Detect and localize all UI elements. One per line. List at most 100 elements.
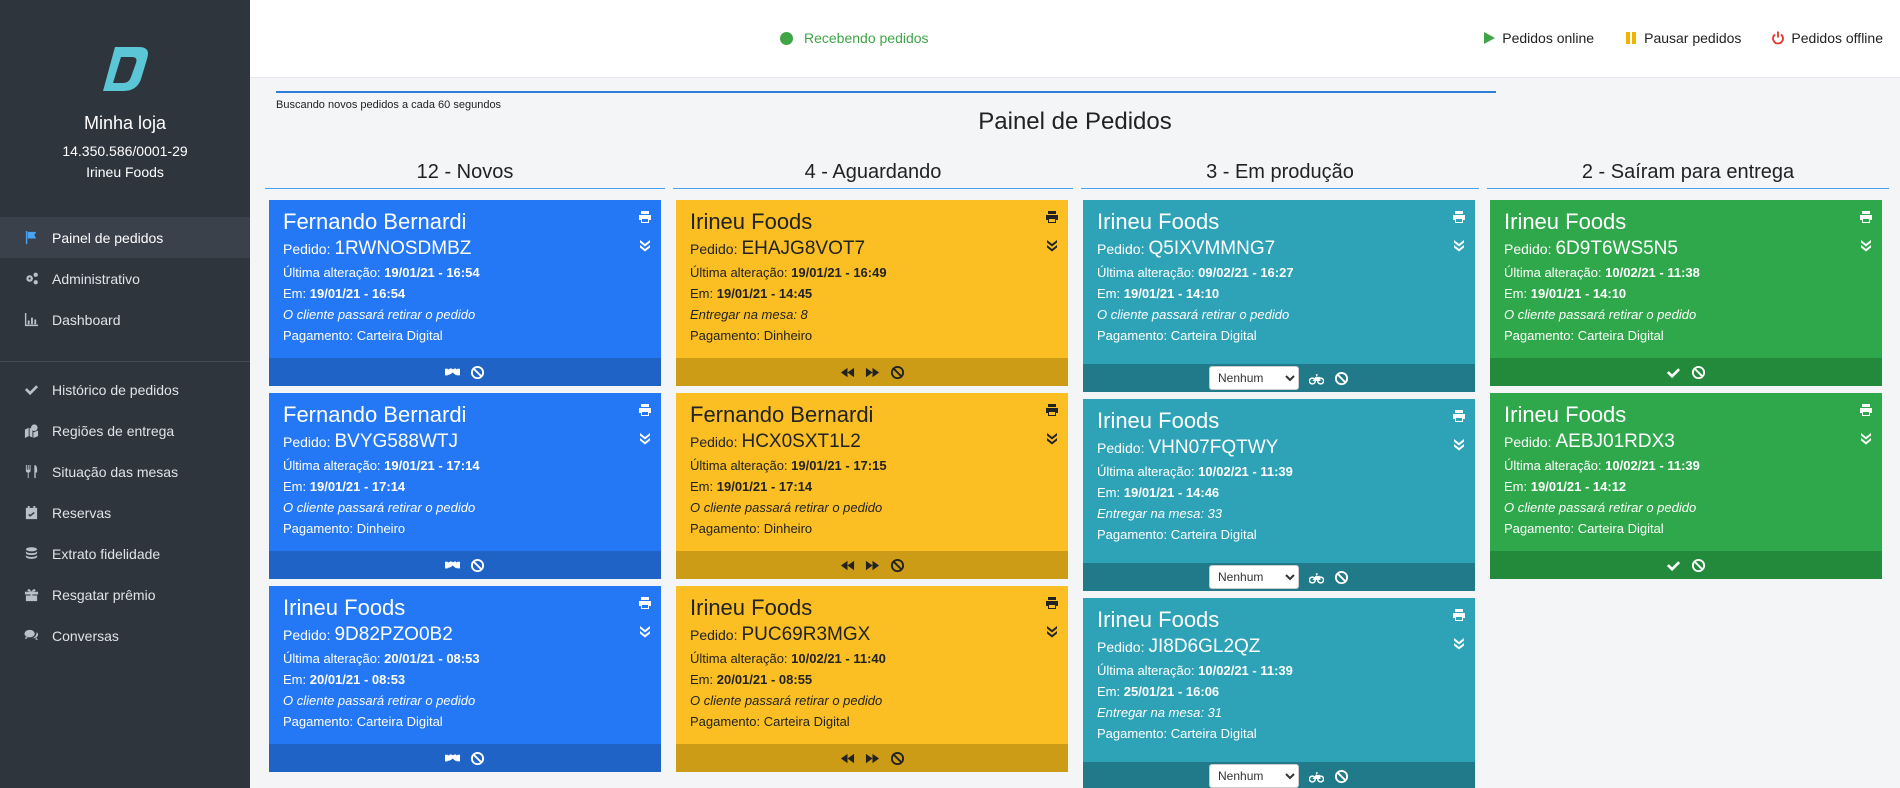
pause-icon <box>1626 32 1637 44</box>
orders-offline-button[interactable]: Pedidos offline <box>1771 30 1883 46</box>
order-card[interactable]: Irineu Foods Pedido: 6D9T6WS5N5 Última al… <box>1490 200 1882 386</box>
order-card[interactable]: Irineu Foods Pedido: EHAJG8VOT7 Última al… <box>676 200 1068 386</box>
sidebar-item-dashboard[interactable]: Dashboard <box>0 299 250 340</box>
cancel-icon[interactable] <box>470 558 485 573</box>
order-card[interactable]: Irineu Foods Pedido: AEBJ01RDX3 Última al… <box>1490 393 1882 579</box>
chevron-double-down-icon[interactable] <box>1046 431 1058 445</box>
handshake-icon[interactable] <box>445 365 460 380</box>
order-status-actions: Pedidos online Pausar pedidos Pedidos of… <box>1482 30 1883 46</box>
order-card-actions <box>676 744 1068 772</box>
created-at: Em: 19/01/21 - 14:10 <box>1097 286 1220 301</box>
cancel-icon[interactable] <box>1334 769 1349 784</box>
forward-icon[interactable] <box>865 558 880 573</box>
order-card-actions <box>676 358 1068 386</box>
sidebar-item-extrato-fidelidade[interactable]: Extrato fidelidade <box>0 533 250 574</box>
print-icon[interactable] <box>1045 596 1059 610</box>
print-icon[interactable] <box>1452 608 1466 622</box>
sidebar-item-situacao-das-mesas[interactable]: Situação das mesas <box>0 451 250 492</box>
backward-icon[interactable] <box>840 365 855 380</box>
check-icon[interactable] <box>1666 558 1681 573</box>
created-at-value: 19/01/21 - 14:10 <box>1123 286 1220 301</box>
sidebar-item-historico-de-pedidos[interactable]: Histórico de pedidos <box>0 369 250 410</box>
motorcycle-icon[interactable] <box>1309 570 1324 585</box>
order-card-body: Irineu Foods Pedido: JI8D6GL2QZ Última al… <box>1083 598 1475 742</box>
chevron-double-down-icon[interactable] <box>639 238 651 252</box>
customer-name: Irineu Foods <box>1097 209 1220 234</box>
order-card[interactable]: Irineu Foods Pedido: JI8D6GL2QZ Última al… <box>1083 598 1475 788</box>
order-card[interactable]: Irineu Foods Pedido: 9D82PZO0B2 Última al… <box>269 586 661 772</box>
sidebar-item-painel-de-pedidos[interactable]: Painel de pedidos <box>0 217 250 258</box>
handshake-icon[interactable] <box>445 558 460 573</box>
store-name: Minha loja <box>83 113 167 133</box>
order-card-body: Irineu Foods Pedido: VHN07FQTWY Última al… <box>1083 399 1475 543</box>
chevron-double-down-icon[interactable] <box>1453 636 1465 650</box>
print-icon[interactable] <box>1452 409 1466 423</box>
order-number: Pedido: 1RWNOSDMBZ <box>283 238 472 259</box>
sidebar-item-administrativo[interactable]: Administrativo <box>0 258 250 299</box>
cancel-icon[interactable] <box>1334 371 1349 386</box>
deliverer-select[interactable]: Nenhum <box>1209 366 1299 390</box>
cancel-icon[interactable] <box>470 365 485 380</box>
print-icon[interactable] <box>1452 210 1466 224</box>
cancel-icon[interactable] <box>1691 558 1706 573</box>
order-card[interactable]: Fernando Bernardi Pedido: BVYG588WTJ Últi… <box>269 393 661 579</box>
orders-online-button[interactable]: Pedidos online <box>1482 30 1594 46</box>
chevron-double-down-icon[interactable] <box>639 431 651 445</box>
chevron-double-down-icon[interactable] <box>1453 238 1465 252</box>
order-card[interactable]: Fernando Bernardi Pedido: 1RWNOSDMBZ Últi… <box>269 200 661 386</box>
forward-icon[interactable] <box>865 365 880 380</box>
deliverer-select[interactable]: Nenhum <box>1209 565 1299 589</box>
pause-orders-button[interactable]: Pausar pedidos <box>1624 30 1741 46</box>
cancel-icon[interactable] <box>470 751 485 766</box>
forward-icon[interactable] <box>865 751 880 766</box>
chevron-double-down-icon[interactable] <box>1453 437 1465 451</box>
top-bar: Recebendo pedidos Pedidos online Pausar … <box>250 0 1900 78</box>
cancel-icon[interactable] <box>1691 365 1706 380</box>
order-note: O cliente passará retirar o pedido <box>1504 307 1697 322</box>
print-icon[interactable] <box>1859 403 1873 417</box>
sidebar-item-resgatar-premio[interactable]: Resgatar prêmio <box>0 574 250 615</box>
order-code: VHN07FQTWY <box>1148 437 1279 458</box>
sidebar-item-reservas[interactable]: Reservas <box>0 492 250 533</box>
check-icon[interactable] <box>1666 365 1681 380</box>
backward-icon[interactable] <box>840 558 855 573</box>
order-card[interactable]: Irineu Foods Pedido: VHN07FQTWY Última al… <box>1083 399 1475 591</box>
order-number: Pedido: Q5IXVMMNG7 <box>1097 238 1276 259</box>
motorcycle-icon[interactable] <box>1309 371 1324 386</box>
coins-icon <box>22 546 40 562</box>
chevron-double-down-icon[interactable] <box>1046 624 1058 638</box>
cancel-icon[interactable] <box>890 365 905 380</box>
check-icon <box>22 382 40 398</box>
cancel-icon[interactable] <box>1334 570 1349 585</box>
print-icon[interactable] <box>1045 403 1059 417</box>
cancel-icon[interactable] <box>890 751 905 766</box>
print-icon[interactable] <box>1859 210 1873 224</box>
order-card[interactable]: Irineu Foods Pedido: Q5IXVMMNG7 Última al… <box>1083 200 1475 392</box>
order-number: Pedido: 9D82PZO0B2 <box>283 624 453 645</box>
order-card-body: Fernando Bernardi Pedido: HCX0SXT1L2 Últi… <box>676 393 1068 537</box>
payment-method: Pagamento: Carteira Digital <box>1097 726 1257 741</box>
order-card[interactable]: Irineu Foods Pedido: PUC69R3MGX Última al… <box>676 586 1068 772</box>
handshake-icon[interactable] <box>445 751 460 766</box>
chevron-double-down-icon[interactable] <box>1860 431 1872 445</box>
sidebar-item-regioes-de-entrega[interactable]: Regiões de entrega <box>0 410 250 451</box>
order-card-body: Irineu Foods Pedido: Q5IXVMMNG7 Última al… <box>1083 200 1475 344</box>
cancel-icon[interactable] <box>890 558 905 573</box>
chevron-double-down-icon[interactable] <box>639 624 651 638</box>
order-card[interactable]: Fernando Bernardi Pedido: HCX0SXT1L2 Últi… <box>676 393 1068 579</box>
last-change-value: 10/02/21 - 11:40 <box>791 651 886 666</box>
print-icon[interactable] <box>638 596 652 610</box>
print-icon[interactable] <box>638 403 652 417</box>
order-note: O cliente passará retirar o pedido <box>690 693 883 708</box>
receiving-status: Recebendo pedidos <box>780 30 929 46</box>
created-at-value: 20/01/21 - 08:53 <box>309 672 406 687</box>
chevron-double-down-icon[interactable] <box>1046 238 1058 252</box>
print-icon[interactable] <box>1045 210 1059 224</box>
print-icon[interactable] <box>638 210 652 224</box>
deliverer-select[interactable]: Nenhum <box>1209 764 1299 788</box>
backward-icon[interactable] <box>840 751 855 766</box>
sidebar-item-conversas[interactable]: Conversas <box>0 615 250 656</box>
chevron-double-down-icon[interactable] <box>1860 238 1872 252</box>
motorcycle-icon[interactable] <box>1309 769 1324 784</box>
order-card-actions <box>676 551 1068 579</box>
